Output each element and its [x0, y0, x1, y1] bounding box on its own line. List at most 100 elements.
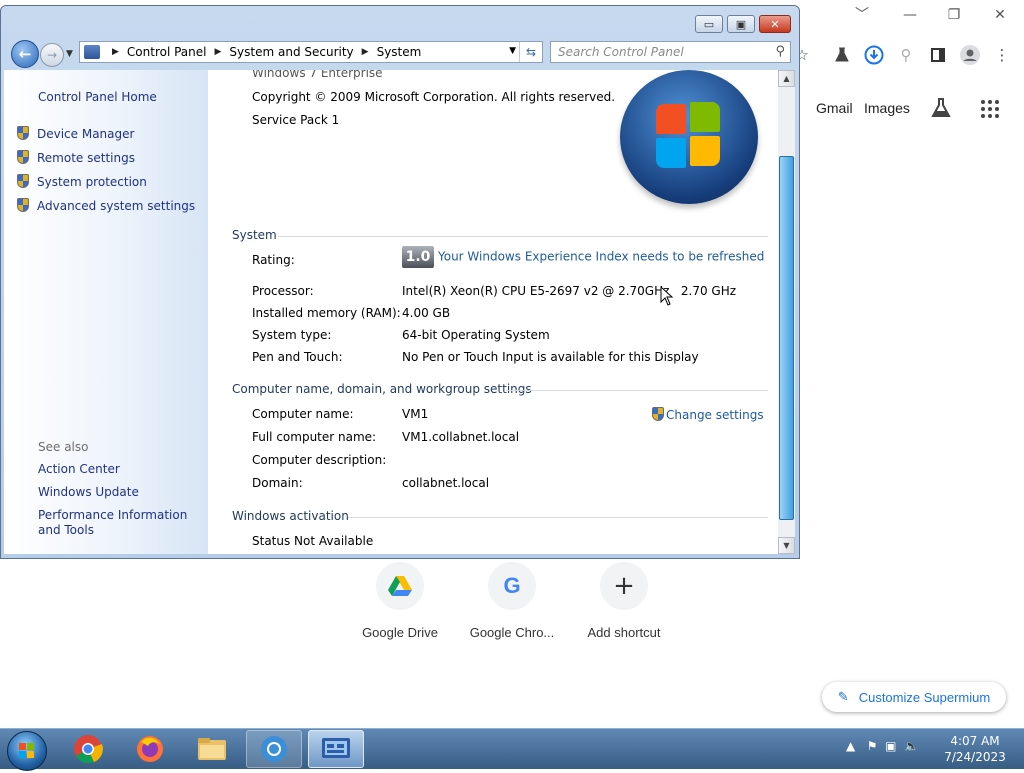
arrow-left-icon: ←: [18, 45, 32, 63]
advanced-system-settings-link[interactable]: Advanced system settings: [17, 198, 195, 213]
address-dropdown-icon[interactable]: ▼: [509, 46, 516, 56]
back-button[interactable]: ←: [11, 40, 39, 68]
window-close-button[interactable]: ✕: [759, 15, 791, 33]
minimize-icon: ▭: [703, 17, 715, 31]
window-maximize-button[interactable]: ▣: [727, 15, 755, 33]
shield-icon: [17, 150, 29, 164]
full-computer-name-value: VM1.collabnet.local: [402, 430, 520, 444]
task-pane: Control Panel Home Device Manager Remote…: [4, 70, 208, 554]
network-icon[interactable]: ▣: [885, 739, 896, 753]
device-manager-link[interactable]: Device Manager: [17, 126, 134, 141]
refresh-icon[interactable]: ⇆: [519, 42, 542, 62]
system-details-pane: Windows 7 Enterprise Copyright © 2009 Mi…: [208, 70, 778, 554]
search-input[interactable]: Search Control Panel ⚲: [550, 41, 791, 63]
control-panel-window: ▭ ▣ ✕ ← → ▼ ▶ Control Panel ▶ System and…: [0, 5, 800, 559]
section-divider: [278, 236, 768, 237]
apps-grid-icon[interactable]: [980, 99, 1000, 122]
system-type-value: 64-bit Operating System: [402, 328, 550, 342]
full-computer-name-label: Full computer name:: [252, 430, 377, 444]
see-also-header: See also: [38, 440, 89, 454]
system-protection-link[interactable]: System protection: [17, 174, 147, 189]
download-icon[interactable]: [860, 40, 888, 70]
show-hidden-icons[interactable]: ▲: [846, 739, 855, 753]
computer-name-value: VM1: [402, 407, 429, 421]
clock-time: 4:07 AM: [950, 734, 1000, 748]
control-panel-icon: [322, 738, 350, 758]
windows-logo: [620, 70, 758, 204]
shortcut-google-chrome[interactable]: G Google Chro...: [462, 562, 562, 640]
memory-label: Installed memory (RAM):: [252, 306, 401, 320]
clock[interactable]: 4:07 AM 7/24/2023: [940, 733, 1010, 765]
processor-value: Intel(R) Xeon(R) CPU E5-2697 v2 @ 2.70GH…: [402, 284, 737, 298]
shortcut-add[interactable]: + Add shortcut: [574, 562, 674, 640]
change-settings-link[interactable]: Change settings: [652, 407, 764, 422]
breadcrumb-system-and-security[interactable]: System and Security: [229, 45, 353, 59]
shield-icon: [652, 407, 664, 421]
taskbar-supermium[interactable]: [246, 730, 302, 768]
address-bar[interactable]: ▶ Control Panel ▶ System and Security ▶ …: [79, 41, 543, 63]
domain-label: Domain:: [252, 476, 303, 490]
search-icon[interactable]: ⚲: [775, 42, 785, 62]
images-link[interactable]: Images: [864, 100, 910, 116]
minimize-icon[interactable]: —: [888, 4, 932, 26]
close-icon[interactable]: ✕: [978, 4, 1022, 26]
link-label: Remote settings: [37, 151, 135, 165]
chevron-right-icon: ▶: [112, 47, 119, 57]
shortcut-label: Google Chro...: [469, 625, 555, 640]
scroll-thumb[interactable]: [779, 156, 794, 520]
search-placeholder: Search Control Panel: [558, 45, 684, 59]
experience-index-link[interactable]: Your Windows Experience Index needs to b…: [438, 250, 764, 264]
computer-name-label: Computer name:: [252, 407, 354, 421]
clock-date: 7/24/2023: [944, 750, 1006, 764]
control-panel-home-link[interactable]: Control Panel Home: [38, 90, 157, 104]
start-button[interactable]: [7, 731, 47, 771]
sidebar-icon[interactable]: [924, 40, 952, 70]
tab-search-icon[interactable]: ﹀: [840, 4, 884, 26]
rating-label: Rating:: [252, 253, 295, 267]
performance-info-link[interactable]: Performance Information and Tools: [38, 508, 203, 538]
scroll-down-icon[interactable]: ▼: [778, 537, 795, 554]
action-center-link[interactable]: Action Center: [38, 462, 120, 476]
recent-pages-dropdown[interactable]: ▼: [66, 49, 73, 59]
action-center-flag-icon[interactable]: ⚑: [867, 739, 878, 753]
edition-title: Windows 7 Enterprise: [252, 70, 383, 80]
taskbar-control-panel[interactable]: [308, 730, 364, 768]
rating-badge: 1.0: [402, 246, 434, 268]
chevron-right-icon: ▶: [214, 47, 222, 57]
window-minimize-button[interactable]: ▭: [695, 15, 723, 33]
profile-icon[interactable]: [956, 40, 984, 70]
gmail-link[interactable]: Gmail: [816, 100, 853, 116]
search-icon[interactable]: ⚲: [892, 40, 920, 70]
memory-value: 4.00 GB: [402, 306, 451, 320]
restore-icon[interactable]: ❐: [932, 4, 976, 26]
rating-row: 1.0 Your Windows Experience Index needs t…: [402, 246, 764, 268]
windows-update-link[interactable]: Windows Update: [38, 485, 139, 499]
arrow-right-icon: →: [46, 48, 58, 62]
taskbar-chrome[interactable]: [60, 730, 116, 768]
system-tray: ▲ ⚑ ▣ 🔈: [846, 739, 919, 753]
menu-icon[interactable]: ⋮: [988, 40, 1016, 70]
remote-settings-link[interactable]: Remote settings: [17, 150, 135, 165]
vertical-scrollbar[interactable]: ▲ ▼: [778, 70, 795, 554]
supermium-icon: [261, 736, 287, 762]
close-icon: ✕: [770, 17, 780, 31]
breadcrumb-control-panel[interactable]: Control Panel: [127, 45, 207, 59]
shortcut-google-drive[interactable]: Google Drive: [350, 562, 450, 640]
labs-icon[interactable]: [930, 97, 952, 122]
scroll-up-icon[interactable]: ▲: [778, 70, 795, 87]
file-explorer-icon: [198, 738, 226, 760]
taskbar: ▲ ⚑ ▣ 🔈 4:07 AM 7/24/2023: [0, 728, 1024, 771]
maximize-icon: ▣: [735, 17, 747, 31]
shield-icon: [17, 198, 29, 212]
taskbar-firefox[interactable]: [122, 730, 178, 768]
customize-button[interactable]: ✎ Customize Supermium: [822, 682, 1006, 712]
link-label: Advanced system settings: [37, 199, 196, 213]
flask-icon[interactable]: [828, 40, 856, 70]
volume-muted-icon[interactable]: 🔈: [904, 739, 919, 753]
shield-icon: [17, 174, 29, 188]
forward-button[interactable]: →: [40, 43, 64, 67]
taskbar-file-explorer[interactable]: [184, 730, 240, 768]
breadcrumb-system[interactable]: System: [377, 45, 422, 59]
link-label: System protection: [37, 175, 147, 189]
activation-section-header: Windows activation: [232, 509, 349, 523]
